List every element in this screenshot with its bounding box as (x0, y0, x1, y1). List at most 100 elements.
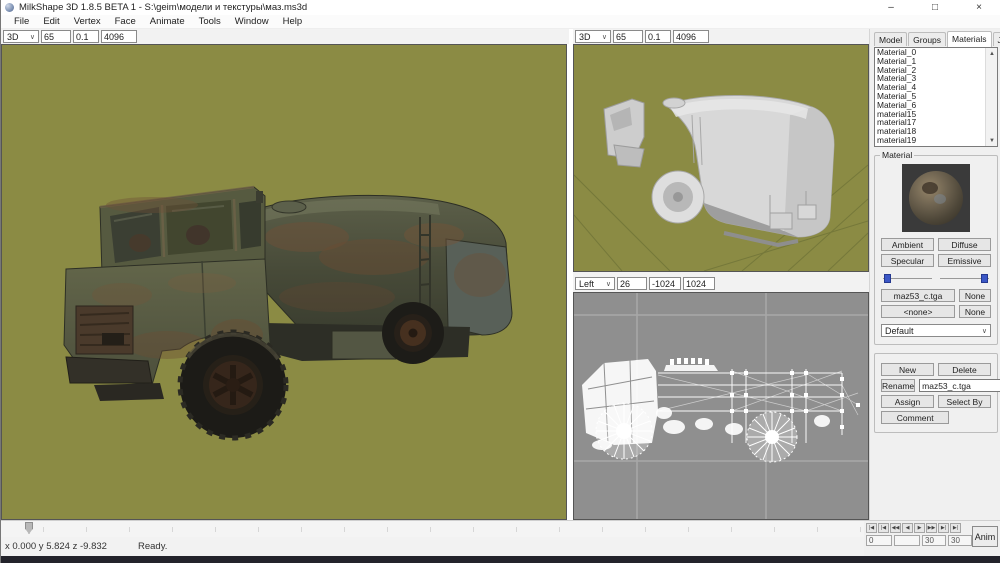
title-bar: MilkShape 3D 1.8.5 BETA 1 - S:\geim\моде… (1, 0, 1000, 15)
next-keyframe-button[interactable]: ▶| (938, 523, 949, 533)
viewport-preview-toolbar: 3D∨ (573, 29, 869, 44)
shininess-slider[interactable] (883, 274, 932, 283)
rust-spot-icon (922, 182, 938, 194)
status-message: Ready. (138, 541, 167, 552)
total-frames-input[interactable] (922, 535, 946, 546)
left-view-canvas[interactable] (573, 292, 869, 520)
maximize-button[interactable]: □ (913, 0, 957, 15)
emissive-button[interactable]: Emissive (938, 254, 991, 267)
fast-forward-button[interactable]: ▶▶ (926, 523, 937, 533)
close-button[interactable]: × (957, 0, 1000, 15)
range-min-input[interactable] (649, 277, 681, 290)
coordinates-readout: x 0.000 y 5.824 z -9.832 (5, 541, 130, 552)
status-bar: x 0.000 y 5.824 z -9.832 Ready. (1, 537, 864, 556)
far-plane-input[interactable] (673, 30, 709, 43)
menu-face[interactable]: Face (108, 16, 143, 27)
panel-tabs: Model Groups Materials Joints (874, 31, 999, 46)
viewport-column-right: 3D∨ (573, 29, 869, 520)
fov-input[interactable] (41, 30, 71, 43)
assign-button[interactable]: Assign (881, 395, 934, 408)
viewport-mode-select[interactable]: 3D∨ (575, 30, 611, 43)
alphamap-none-button[interactable]: None (959, 305, 991, 318)
slider-handle[interactable] (884, 274, 891, 283)
window-title: MilkShape 3D 1.8.5 BETA 1 - S:\geim\моде… (19, 2, 307, 13)
animation-controls: |◀ |◀ ◀◀ ◀ ▶ ▶▶ ▶| ▶| Anim (864, 520, 1000, 556)
near-plane-input[interactable] (73, 30, 99, 43)
menu-help[interactable]: Help (276, 16, 310, 27)
list-scrollbar[interactable]: ▲ ▼ (985, 48, 997, 146)
new-button[interactable]: New (881, 363, 934, 376)
alphamap-button[interactable]: <none> (881, 305, 955, 318)
perspective-canvas[interactable] (1, 44, 567, 520)
ambient-button[interactable]: Ambient (881, 238, 934, 251)
material-list-item[interactable]: material19 (875, 136, 997, 145)
fps-input[interactable] (948, 535, 972, 546)
material-group-label: Material (880, 150, 914, 160)
far-plane-input[interactable] (101, 30, 137, 43)
wireframe-truck-model (574, 293, 868, 519)
timeline-marker[interactable] (25, 522, 33, 534)
animation-timeline[interactable] (1, 520, 864, 537)
texture-none-button[interactable]: None (959, 289, 991, 302)
scroll-down-icon[interactable]: ▼ (986, 135, 998, 146)
viewport-left-toolbar: Left∨ (573, 272, 869, 292)
menu-window[interactable]: Window (228, 16, 276, 27)
viewport-mode-select[interactable]: 3D∨ (3, 30, 39, 43)
chevron-down-icon: ∨ (602, 33, 607, 41)
first-frame-button[interactable]: |◀ (866, 523, 877, 533)
slider-handle[interactable] (981, 274, 988, 283)
materials-list[interactable]: Material_0 Material_1 Material_2 Materia… (874, 47, 998, 147)
prev-keyframe-button[interactable]: |◀ (878, 523, 889, 533)
menu-tools[interactable]: Tools (192, 16, 228, 27)
untextured-truck-model (574, 45, 868, 271)
step-forward-button[interactable]: ▶ (914, 523, 925, 533)
workspace: 3D∨ (1, 29, 1000, 520)
viewport-mode-select[interactable]: Left∨ (575, 277, 615, 290)
chevron-down-icon: ∨ (982, 327, 987, 335)
tab-materials[interactable]: Materials (947, 31, 991, 47)
step-back-button[interactable]: ◀ (902, 523, 913, 533)
viewport-perspective-toolbar: 3D∨ (1, 29, 569, 44)
material-actions-groupbox: New Delete Rename Assign Select By Comme… (874, 353, 998, 433)
specular-button[interactable]: Specular (881, 254, 934, 267)
materials-panel: Model Groups Materials Joints Material_0… (869, 29, 1000, 520)
delete-button[interactable]: Delete (938, 363, 991, 376)
menu-vertex[interactable]: Vertex (67, 16, 108, 27)
viewport-perspective: 3D∨ (1, 29, 569, 520)
app-icon (5, 3, 14, 12)
rename-input[interactable] (919, 379, 1000, 392)
diffuse-button[interactable]: Diffuse (938, 238, 991, 251)
material-groupbox: Material Ambient Diffuse Specular Emissi… (874, 155, 998, 345)
current-frame-input[interactable] (866, 535, 892, 546)
scroll-up-icon[interactable]: ▲ (986, 48, 998, 59)
preview-canvas[interactable] (573, 44, 869, 272)
menu-edit[interactable]: Edit (36, 16, 66, 27)
highlight-spot-icon (934, 194, 946, 204)
tab-joints[interactable]: Joints (993, 32, 1000, 46)
comment-button[interactable]: Comment (881, 411, 949, 424)
chevron-down-icon: ∨ (30, 33, 35, 41)
milkshape-window: MilkShape 3D 1.8.5 BETA 1 - S:\geim\моде… (0, 0, 1000, 563)
textured-truck-model (2, 45, 567, 520)
rename-button[interactable]: Rename (881, 379, 915, 392)
minimize-button[interactable]: – (869, 0, 913, 15)
select-by-button[interactable]: Select By (938, 395, 991, 408)
taskbar-edge (1, 556, 1000, 563)
chevron-down-icon: ∨ (606, 280, 611, 288)
material-preview (902, 164, 970, 232)
texture-button[interactable]: maz53_c.tga (881, 289, 955, 302)
last-frame-button[interactable]: ▶| (950, 523, 961, 533)
anim-toggle-button[interactable]: Anim (972, 526, 998, 547)
sphere-map-select[interactable]: Default∨ (881, 324, 991, 337)
rewind-button[interactable]: ◀◀ (890, 523, 901, 533)
tab-groups[interactable]: Groups (908, 32, 946, 46)
fov-input[interactable] (613, 30, 643, 43)
menu-animate[interactable]: Animate (143, 16, 192, 27)
transparency-slider[interactable] (940, 274, 989, 283)
frame-field-2[interactable] (894, 535, 920, 546)
menu-file[interactable]: File (7, 16, 36, 27)
near-plane-input[interactable] (645, 30, 671, 43)
tab-model[interactable]: Model (874, 32, 907, 46)
zoom-input[interactable] (617, 277, 647, 290)
range-max-input[interactable] (683, 277, 715, 290)
